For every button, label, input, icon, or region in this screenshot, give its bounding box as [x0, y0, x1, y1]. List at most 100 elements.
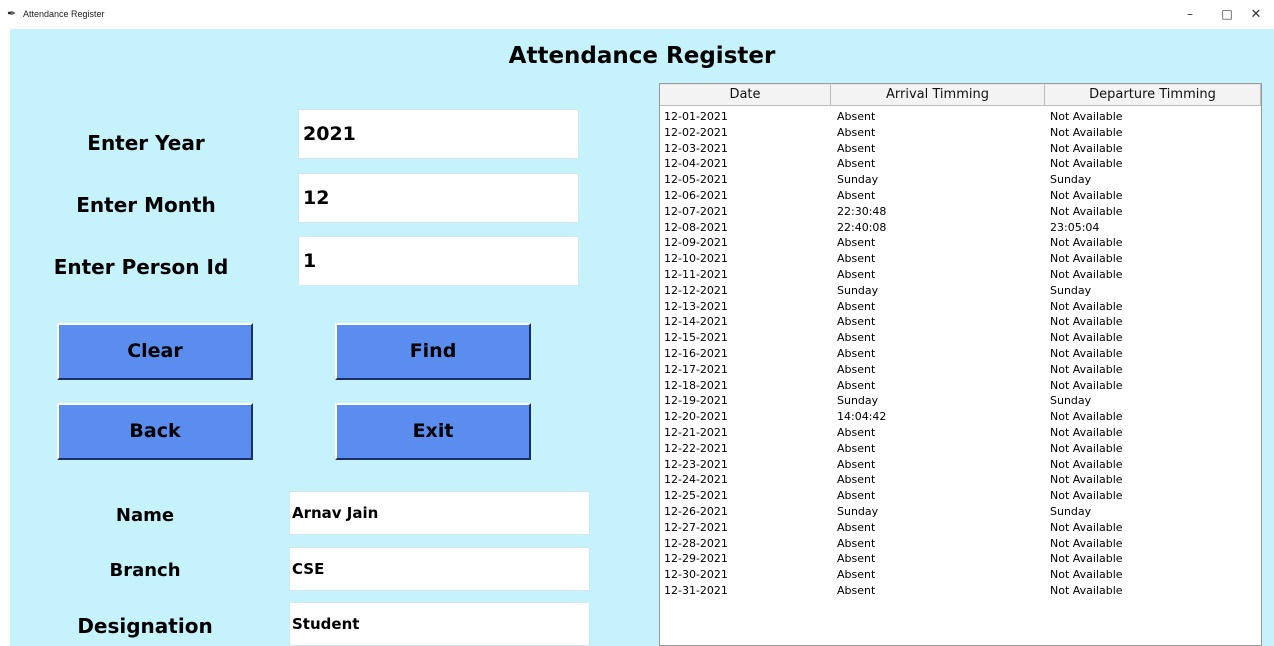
month-label: Enter Month — [76, 193, 216, 217]
table-row[interactable]: 12-03-2021 Absent Not Available — [660, 141, 1261, 157]
clear-button[interactable]: Clear — [57, 323, 253, 380]
departure-cell: Sunday — [1050, 394, 1092, 408]
arrival-cell: Absent — [837, 536, 876, 550]
date-cell: 12-10-2021 — [664, 252, 728, 266]
table-row[interactable]: 12-08-2021 22:40:08 23:05:04 — [660, 220, 1261, 236]
table-row[interactable]: 12-01-2021 Absent Not Available — [660, 109, 1261, 125]
arrival-cell: Absent — [837, 299, 876, 313]
table-row[interactable]: 12-26-2021 Sunday Sunday — [660, 504, 1261, 520]
date-cell: 12-31-2021 — [664, 583, 728, 597]
table-row[interactable]: 12-28-2021 Absent Not Available — [660, 536, 1261, 552]
date-cell: 12-29-2021 — [664, 552, 728, 566]
arrival-cell: Absent — [837, 125, 876, 139]
table-row[interactable]: 12-22-2021 Absent Not Available — [660, 441, 1261, 457]
minimize-button[interactable]: – — [1170, 0, 1210, 29]
table-row[interactable]: 12-19-2021 Sunday Sunday — [660, 393, 1261, 409]
arrival-cell: Sunday — [837, 504, 879, 518]
table-row[interactable]: 12-23-2021 Absent Not Available — [660, 457, 1261, 473]
table-row[interactable]: 12-18-2021 Absent Not Available — [660, 378, 1261, 394]
date-cell: 12-23-2021 — [664, 457, 728, 471]
departure-cell: Not Available — [1050, 410, 1123, 424]
window-title: Attendance Register — [23, 9, 105, 19]
date-cell: 12-13-2021 — [664, 299, 728, 313]
arrival-cell: Absent — [837, 473, 876, 487]
designation-field[interactable] — [289, 602, 590, 646]
column-header-departure[interactable]: Departure Timming — [1045, 84, 1261, 106]
table-row[interactable]: 12-17-2021 Absent Not Available — [660, 362, 1261, 378]
table-row[interactable]: 12-10-2021 Absent Not Available — [660, 251, 1261, 267]
departure-cell: 23:05:04 — [1050, 220, 1100, 234]
departure-cell: Not Available — [1050, 520, 1123, 534]
date-cell: 12-26-2021 — [664, 504, 728, 518]
departure-cell: Not Available — [1050, 536, 1123, 550]
find-button[interactable]: Find — [335, 323, 531, 380]
arrival-cell: Absent — [837, 188, 876, 202]
departure-cell: Not Available — [1050, 583, 1123, 597]
date-cell: 12-06-2021 — [664, 188, 728, 202]
table-row[interactable]: 12-27-2021 Absent Not Available — [660, 520, 1261, 536]
table-row[interactable]: 12-05-2021 Sunday Sunday — [660, 172, 1261, 188]
departure-cell: Not Available — [1050, 157, 1123, 171]
arrival-cell: Absent — [837, 346, 876, 360]
departure-cell: Not Available — [1050, 188, 1123, 202]
departure-cell: Not Available — [1050, 457, 1123, 471]
person-id-input[interactable] — [298, 236, 579, 286]
exit-button[interactable]: Exit — [335, 403, 531, 460]
table-row[interactable]: 12-06-2021 Absent Not Available — [660, 188, 1261, 204]
departure-cell: Not Available — [1050, 236, 1123, 250]
table-row[interactable]: 12-09-2021 Absent Not Available — [660, 235, 1261, 251]
departure-cell: Not Available — [1050, 315, 1123, 329]
close-button[interactable]: ✕ — [1236, 0, 1274, 29]
arrival-cell: Absent — [837, 315, 876, 329]
date-cell: 12-25-2021 — [664, 489, 728, 503]
arrival-cell: Sunday — [837, 173, 879, 187]
table-row[interactable]: 12-14-2021 Absent Not Available — [660, 314, 1261, 330]
departure-cell: Not Available — [1050, 204, 1123, 218]
month-input[interactable] — [298, 173, 579, 223]
date-cell: 12-28-2021 — [664, 536, 728, 550]
table-row[interactable]: 12-13-2021 Absent Not Available — [660, 299, 1261, 315]
departure-cell: Not Available — [1050, 346, 1123, 360]
date-cell: 12-15-2021 — [664, 331, 728, 345]
branch-field[interactable] — [289, 547, 590, 591]
arrival-cell: 14:04:42 — [837, 410, 887, 424]
year-input[interactable] — [298, 109, 579, 159]
table-row[interactable]: 12-11-2021 Absent Not Available — [660, 267, 1261, 283]
table-row[interactable]: 12-12-2021 Sunday Sunday — [660, 283, 1261, 299]
table-row[interactable]: 12-30-2021 Absent Not Available — [660, 567, 1261, 583]
table-row[interactable]: 12-16-2021 Absent Not Available — [660, 346, 1261, 362]
date-cell: 12-27-2021 — [664, 520, 728, 534]
departure-cell: Not Available — [1050, 362, 1123, 376]
departure-cell: Not Available — [1050, 425, 1123, 439]
table-row[interactable]: 12-25-2021 Absent Not Available — [660, 488, 1261, 504]
table-row[interactable]: 12-15-2021 Absent Not Available — [660, 330, 1261, 346]
table-row[interactable]: 12-07-2021 22:30:48 Not Available — [660, 204, 1261, 220]
back-button[interactable]: Back — [57, 403, 253, 460]
table-body: 12-01-2021 Absent Not Available 12-02-2021 A… — [660, 109, 1261, 599]
arrival-cell: Absent — [837, 583, 876, 597]
date-cell: 12-01-2021 — [664, 110, 728, 123]
arrival-cell: Absent — [837, 157, 876, 171]
departure-cell: Not Available — [1050, 489, 1123, 503]
column-header-arrival[interactable]: Arrival Timming — [831, 84, 1045, 106]
column-header-date[interactable]: Date — [660, 84, 831, 106]
table-row[interactable]: 12-31-2021 Absent Not Available — [660, 583, 1261, 599]
departure-cell: Sunday — [1050, 504, 1092, 518]
table-row[interactable]: 12-24-2021 Absent Not Available — [660, 472, 1261, 488]
date-cell: 12-12-2021 — [664, 283, 728, 297]
arrival-cell: Absent — [837, 236, 876, 250]
name-field[interactable] — [289, 491, 590, 535]
arrival-cell: Absent — [837, 378, 876, 392]
date-cell: 12-11-2021 — [664, 267, 728, 281]
date-cell: 12-14-2021 — [664, 315, 728, 329]
attendance-table[interactable]: Date Arrival Timming Departure Timming 1… — [659, 83, 1262, 646]
departure-cell: Not Available — [1050, 141, 1123, 155]
table-row[interactable]: 12-29-2021 Absent Not Available — [660, 551, 1261, 567]
departure-cell: Not Available — [1050, 267, 1123, 281]
table-row[interactable]: 12-04-2021 Absent Not Available — [660, 156, 1261, 172]
table-row[interactable]: 12-20-2021 14:04:42 Not Available — [660, 409, 1261, 425]
arrival-cell: Absent — [837, 267, 876, 281]
table-row[interactable]: 12-21-2021 Absent Not Available — [660, 425, 1261, 441]
departure-cell: Not Available — [1050, 110, 1123, 123]
table-row[interactable]: 12-02-2021 Absent Not Available — [660, 125, 1261, 141]
